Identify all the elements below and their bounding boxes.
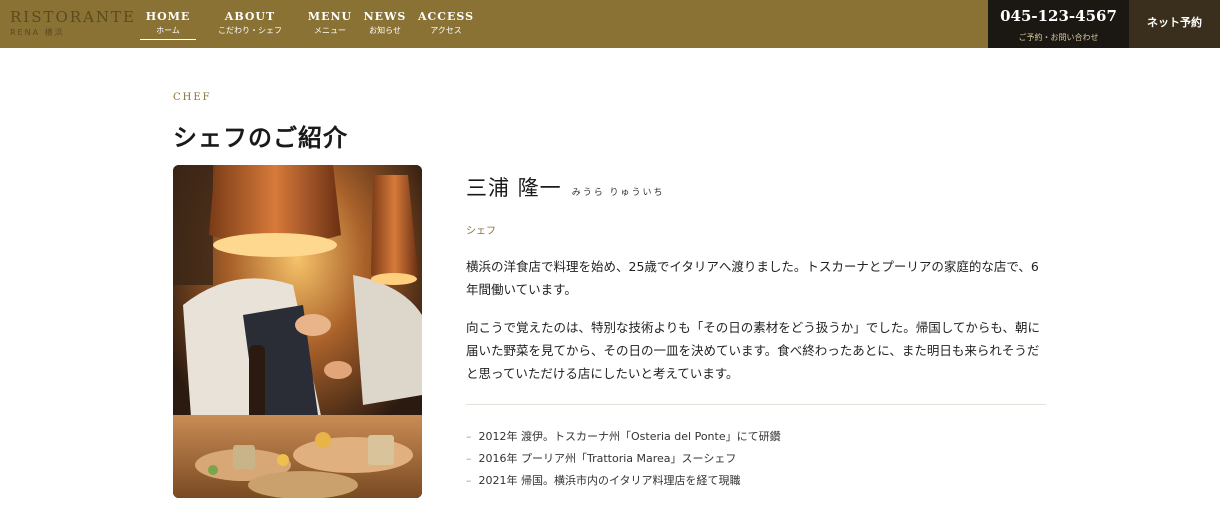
nav-label-en: HOME xyxy=(145,10,191,23)
phone-number: 045-123-4567 xyxy=(1000,7,1117,25)
phone-caption: ご予約・お問い合わせ xyxy=(1018,33,1099,42)
dash-icon: – xyxy=(466,474,472,487)
page-title: シェフのご紹介 xyxy=(173,123,348,152)
logo-main: RISTORANTE xyxy=(10,8,137,26)
nav-label-jp: メニュー xyxy=(314,26,346,35)
chef-name: 三浦 隆一 xyxy=(466,176,562,200)
nav-label-en: NEWS xyxy=(363,10,407,23)
site-header: RISTORANTE RENA 横浜 HOME ホーム ABOUT こだわり・シ… xyxy=(0,0,1220,48)
kitchen-scene-illustration xyxy=(173,165,422,498)
net-reservation-button[interactable]: ネット予約 xyxy=(1129,0,1220,48)
nav-label-jp: アクセス xyxy=(430,26,462,35)
timeline-text: 2012年 渡伊。トスカーナ州「Osteria del Ponte」にて研鑽 xyxy=(478,430,781,443)
nav-item-menu[interactable]: MENU メニュー xyxy=(305,0,355,48)
dash-icon: – xyxy=(466,452,472,465)
chef-name-row: 三浦 隆一 みうら りゅういち xyxy=(466,172,665,202)
timeline-text: 2021年 帰国。横浜市内のイタリア料理店を経て現職 xyxy=(478,474,741,487)
chef-name-kana: みうら りゅういち xyxy=(571,188,665,198)
logo[interactable]: RISTORANTE RENA 横浜 xyxy=(10,9,136,38)
nav-label-jp: こだわり・シェフ xyxy=(218,26,282,35)
main-nav: HOME ホーム ABOUT こだわり・シェフ MENU メニュー NEWS お… xyxy=(140,0,477,48)
dash-icon: – xyxy=(466,430,472,443)
nav-label-jp: ホーム xyxy=(140,25,196,40)
nav-label-en: ACCESS xyxy=(417,10,475,23)
phone-contact[interactable]: 045-123-4567 ご予約・お問い合わせ xyxy=(988,0,1129,48)
timeline-item: – 2021年 帰国。横浜市内のイタリア料理店を経て現職 xyxy=(466,470,781,492)
nav-item-news[interactable]: NEWS お知らせ xyxy=(360,0,410,48)
chef-bio-paragraph: 向こうで覚えたのは、特別な技術よりも「その日の素材をどう扱うか」でした。帰国して… xyxy=(466,320,1041,381)
chef-role: シェフ xyxy=(466,226,496,237)
timeline-text: 2016年 プーリア州「Trattoria Marea」スーシェフ xyxy=(478,452,737,465)
nav-label-jp: お知らせ xyxy=(369,26,401,35)
chef-bio-paragraph: 横浜の洋食店で料理を始め、25歳でイタリアへ渡りました。トスカーナとプーリアの家… xyxy=(466,259,1039,297)
career-timeline: – 2012年 渡伊。トスカーナ州「Osteria del Ponte」にて研鑽… xyxy=(466,426,781,492)
logo-sub: RENA 横浜 xyxy=(10,28,65,37)
chef-photo xyxy=(173,165,422,498)
nav-item-access[interactable]: ACCESS アクセス xyxy=(415,0,477,48)
nav-item-about[interactable]: ABOUT こだわり・シェフ xyxy=(208,0,292,48)
nav-label-en: MENU xyxy=(307,10,353,23)
nav-item-home[interactable]: HOME ホーム xyxy=(140,0,196,48)
divider xyxy=(466,404,1046,405)
section-eyebrow: CHEF xyxy=(173,92,212,103)
timeline-item: – 2016年 プーリア州「Trattoria Marea」スーシェフ xyxy=(466,448,781,470)
nav-label-en: ABOUT xyxy=(224,10,276,23)
timeline-item: – 2012年 渡伊。トスカーナ州「Osteria del Ponte」にて研鑽 xyxy=(466,426,781,448)
